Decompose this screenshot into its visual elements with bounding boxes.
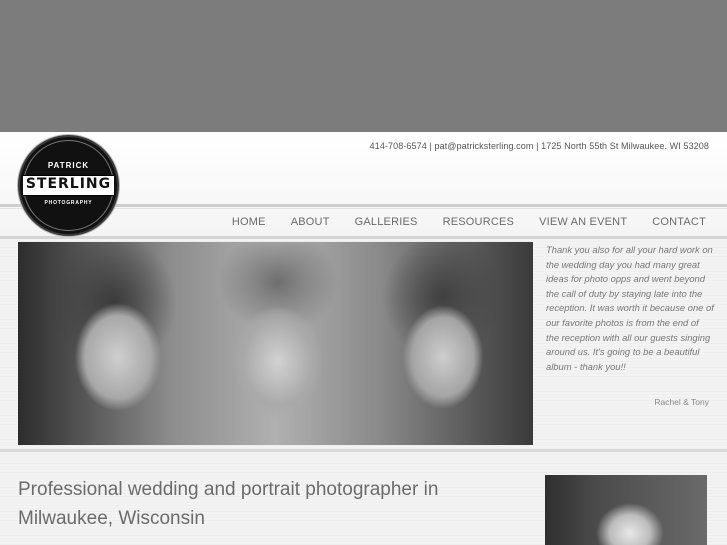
contact-info: 414-708-6574 | pat@patricksterling.com |… <box>369 141 709 151</box>
nav-bottom-divider <box>0 236 727 239</box>
testimonial-author: Rachel & Tony <box>654 397 709 407</box>
nav-home[interactable]: HOME <box>232 216 266 228</box>
nav-galleries[interactable]: GALLERIES <box>355 216 418 228</box>
nav-contact[interactable]: CONTACT <box>652 216 706 228</box>
portrait-photo <box>545 475 707 545</box>
section-divider <box>0 449 727 452</box>
logo-line-1: PATRICK <box>47 161 90 170</box>
page-content: 414-708-6574 | pat@patricksterling.com |… <box>0 132 727 545</box>
nav-view-an-event[interactable]: VIEW AN EVENT <box>539 216 627 228</box>
page-headline: Professional wedding and portrait photog… <box>18 475 488 533</box>
main-nav: HOME ABOUT GALLERIES RESOURCES VIEW AN E… <box>207 210 706 234</box>
testimonial-quote: Thank you also for all your hard work on… <box>546 244 714 372</box>
site-logo[interactable]: PATRICK STERLING PHOTOGRAPHY <box>18 135 119 236</box>
nav-about[interactable]: ABOUT <box>291 216 330 228</box>
logo-line-2: STERLING <box>25 176 112 192</box>
nav-resources[interactable]: RESOURCES <box>443 216 514 228</box>
headline-text: Professional wedding and portrait photog… <box>18 479 439 529</box>
hero-photo <box>18 242 533 445</box>
logo-line-3: PHOTOGRAPHY <box>44 200 93 206</box>
